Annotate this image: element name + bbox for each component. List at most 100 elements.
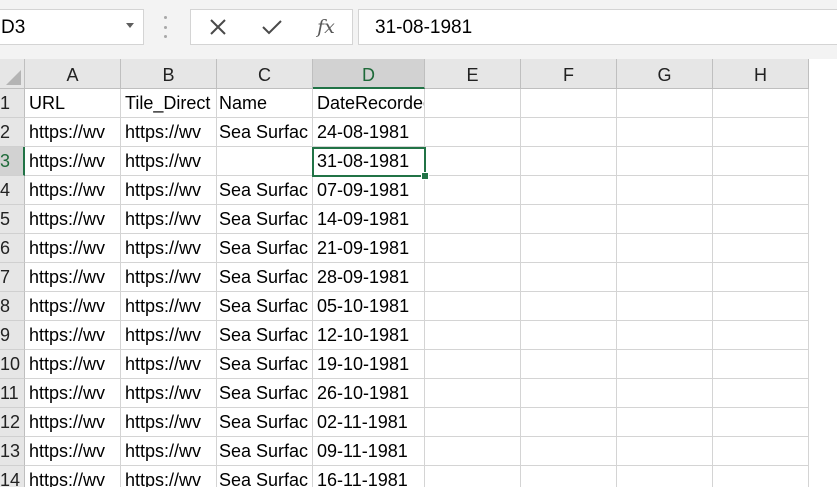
cell-h12[interactable] (713, 408, 809, 437)
row-header[interactable]: 14 (0, 466, 25, 487)
cell-h10[interactable] (713, 350, 809, 379)
cell-d5[interactable]: 14-09-1981 (313, 205, 425, 234)
cell-f8[interactable] (521, 292, 617, 321)
cell-g4[interactable] (617, 176, 713, 205)
cell-b3[interactable]: https://wv (121, 147, 217, 176)
column-header-e[interactable]: E (425, 59, 521, 89)
cell-f4[interactable] (521, 176, 617, 205)
cell-a13[interactable]: https://wv (25, 437, 121, 466)
cell-e5[interactable] (425, 205, 521, 234)
cell-b14[interactable]: https://wv (121, 466, 217, 487)
drag-handle-icon[interactable] (163, 16, 167, 38)
cell-a11[interactable]: https://wv (25, 379, 121, 408)
formula-input[interactable]: 31-08-1981 (358, 9, 837, 45)
cell-g12[interactable] (617, 408, 713, 437)
cell-d11[interactable]: 26-10-1981 (313, 379, 425, 408)
cell-g5[interactable] (617, 205, 713, 234)
cell-g10[interactable] (617, 350, 713, 379)
cell-a6[interactable]: https://wv (25, 234, 121, 263)
cell-e1[interactable] (425, 89, 521, 118)
cell-e9[interactable] (425, 321, 521, 350)
row-header[interactable]: 12 (0, 408, 25, 437)
cell-f6[interactable] (521, 234, 617, 263)
select-all-button[interactable] (0, 59, 25, 89)
cell-h7[interactable] (713, 263, 809, 292)
cancel-button[interactable] (196, 10, 240, 44)
cell-h2[interactable] (713, 118, 809, 147)
column-header-d[interactable]: D (313, 59, 425, 89)
cell-b1[interactable]: Tile_Direct (121, 89, 217, 118)
cell-a1[interactable]: URL (25, 89, 121, 118)
row-header[interactable]: 9 (0, 321, 25, 350)
cell-c1[interactable]: Name (217, 89, 313, 118)
cell-e3[interactable] (425, 147, 521, 176)
cell-e2[interactable] (425, 118, 521, 147)
row-header[interactable]: 8 (0, 292, 25, 321)
cell-c7[interactable]: Sea Surfac (217, 263, 313, 292)
cell-g13[interactable] (617, 437, 713, 466)
cell-d14[interactable]: 16-11-1981 (313, 466, 425, 487)
row-header[interactable]: 4 (0, 176, 25, 205)
cell-b5[interactable]: https://wv (121, 205, 217, 234)
cell-h11[interactable] (713, 379, 809, 408)
cell-b10[interactable]: https://wv (121, 350, 217, 379)
chevron-down-icon[interactable] (126, 23, 134, 28)
cell-a10[interactable]: https://wv (25, 350, 121, 379)
cell-b8[interactable]: https://wv (121, 292, 217, 321)
cell-g6[interactable] (617, 234, 713, 263)
cell-c5[interactable]: Sea Surfac (217, 205, 313, 234)
cell-g14[interactable] (617, 466, 713, 487)
cell-c10[interactable]: Sea Surfac (217, 350, 313, 379)
column-header-g[interactable]: G (617, 59, 713, 89)
column-header-h[interactable]: H (713, 59, 809, 89)
cell-h1[interactable] (713, 89, 809, 118)
cell-e8[interactable] (425, 292, 521, 321)
cell-c11[interactable]: Sea Surfac (217, 379, 313, 408)
cell-f2[interactable] (521, 118, 617, 147)
cell-a3[interactable]: https://wv (25, 147, 121, 176)
cell-c3[interactable] (217, 147, 313, 176)
name-box[interactable]: D3 (0, 9, 144, 45)
insert-function-button[interactable]: fx (304, 10, 348, 44)
cell-d8[interactable]: 05-10-1981 (313, 292, 425, 321)
column-header-f[interactable]: F (521, 59, 617, 89)
cell-d9[interactable]: 12-10-1981 (313, 321, 425, 350)
row-header[interactable]: 7 (0, 263, 25, 292)
cell-e10[interactable] (425, 350, 521, 379)
row-header[interactable]: 10 (0, 350, 25, 379)
cell-g9[interactable] (617, 321, 713, 350)
row-header[interactable]: 3 (0, 147, 25, 176)
cell-d1[interactable]: DateRecorded (313, 89, 425, 118)
cell-g8[interactable] (617, 292, 713, 321)
cell-h5[interactable] (713, 205, 809, 234)
cell-b12[interactable]: https://wv (121, 408, 217, 437)
cell-h8[interactable] (713, 292, 809, 321)
cell-b13[interactable]: https://wv (121, 437, 217, 466)
cell-g11[interactable] (617, 379, 713, 408)
cell-f13[interactable] (521, 437, 617, 466)
cell-b2[interactable]: https://wv (121, 118, 217, 147)
cell-a4[interactable]: https://wv (25, 176, 121, 205)
cell-e14[interactable] (425, 466, 521, 487)
cell-a7[interactable]: https://wv (25, 263, 121, 292)
cell-c8[interactable]: Sea Surfac (217, 292, 313, 321)
cell-e6[interactable] (425, 234, 521, 263)
cell-a9[interactable]: https://wv (25, 321, 121, 350)
cell-h6[interactable] (713, 234, 809, 263)
cell-h4[interactable] (713, 176, 809, 205)
cell-f9[interactable] (521, 321, 617, 350)
cell-b7[interactable]: https://wv (121, 263, 217, 292)
cell-f11[interactable] (521, 379, 617, 408)
cell-e13[interactable] (425, 437, 521, 466)
row-header[interactable]: 1 (0, 89, 25, 118)
fill-handle[interactable] (421, 172, 429, 180)
row-header[interactable]: 5 (0, 205, 25, 234)
column-header-c[interactable]: C (217, 59, 313, 89)
cell-c14[interactable]: Sea Surfac (217, 466, 313, 487)
cell-h9[interactable] (713, 321, 809, 350)
cell-g1[interactable] (617, 89, 713, 118)
cell-f3[interactable] (521, 147, 617, 176)
column-header-a[interactable]: A (25, 59, 121, 89)
cell-b9[interactable]: https://wv (121, 321, 217, 350)
cell-c9[interactable]: Sea Surfac (217, 321, 313, 350)
